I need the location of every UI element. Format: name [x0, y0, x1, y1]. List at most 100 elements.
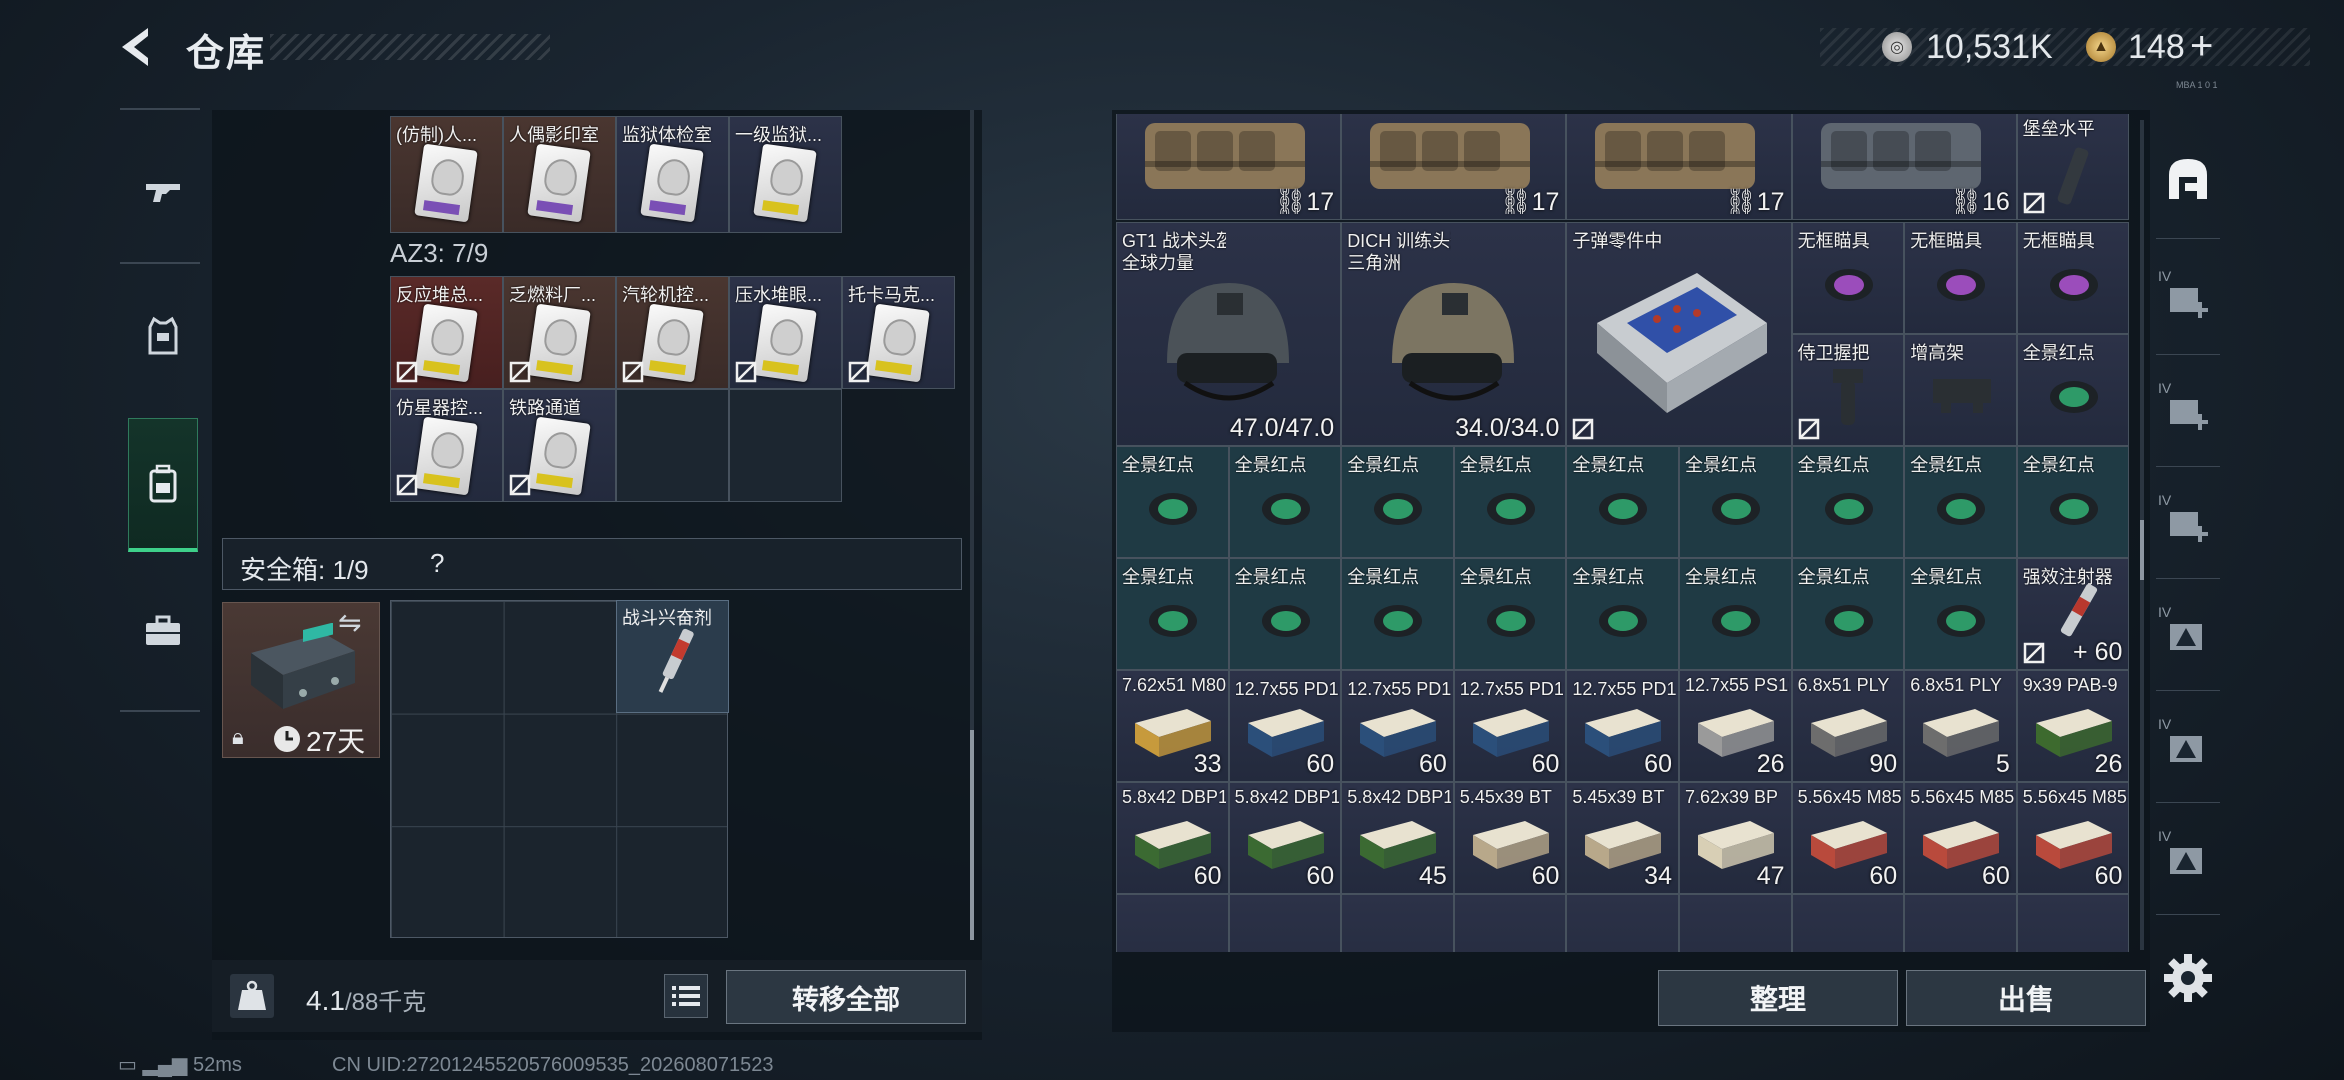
ammo-item[interactable] — [1791, 894, 1905, 952]
ammo-item[interactable]: 5.8x42 DBP10+P 45 — [1341, 782, 1454, 894]
ammo-item[interactable]: 12.7x55 PD12双头 60 — [1453, 670, 1567, 782]
red-dot-item[interactable]: 全景红点 — [1679, 446, 1792, 558]
nav-tier-1[interactable]: IV — [2150, 250, 2226, 350]
item-label: 5.56x45 M855A1 — [1910, 787, 2015, 807]
ammo-item[interactable]: 9x39 PAB-9 26 — [2016, 670, 2130, 782]
keycard-slot[interactable]: 人偶影印室 — [503, 116, 616, 233]
frameless-sight-item[interactable]: 无框瞄具 — [2016, 222, 2130, 334]
list-view-button[interactable] — [664, 974, 708, 1018]
nav-tier-5[interactable]: IV — [2150, 698, 2226, 798]
syringe-item[interactable]: 强效注射器 + 60 — [2016, 558, 2130, 670]
fortress-item[interactable]: 堡垒水平 — [2016, 114, 2130, 220]
keycard-slot[interactable]: 反应堆总... — [390, 276, 503, 389]
nav-weapons[interactable] — [128, 150, 198, 232]
backpack-slot[interactable]: ⛓︎17 — [1116, 114, 1342, 220]
ammo-item[interactable] — [1904, 894, 2017, 952]
keycard-slot[interactable]: 仿星器控... — [390, 389, 503, 502]
ammo-item[interactable] — [1341, 894, 1454, 952]
ammo-item[interactable]: 6.8x51 PLY 90 — [1791, 670, 1905, 782]
frameless-sight-item[interactable]: 无框瞄具 — [1791, 222, 1905, 334]
red-dot-item[interactable]: 全景红点 — [2016, 446, 2130, 558]
secure-case-label: 安全箱: 1/9 — [240, 555, 369, 585]
red-dot-item[interactable]: 全景红点 — [1904, 558, 2017, 670]
nav-fortress[interactable] — [2150, 130, 2226, 230]
item-label: 一级监狱... — [735, 125, 823, 145]
red-dot-item[interactable]: 全景红点 — [1228, 558, 1342, 670]
add-currency-button[interactable]: + — [2190, 24, 2213, 69]
nav-tier-3[interactable]: IV — [2150, 474, 2226, 574]
ammo-item[interactable]: 5.56x45 M855A1 60 — [1904, 782, 2017, 894]
red-dot-item[interactable]: 全景红点 — [1228, 446, 1342, 558]
transfer-all-button[interactable]: 转移全部 — [726, 970, 966, 1024]
red-dot-item[interactable]: 全景红点 — [1566, 446, 1679, 558]
stash-scroll-thumb[interactable] — [970, 730, 974, 940]
keycard-slot[interactable]: (仿制)人... — [390, 116, 503, 233]
sort-button[interactable]: 整理 — [1658, 970, 1898, 1026]
red-dot-item[interactable]: 全景红点 — [2016, 334, 2130, 446]
empty-slot[interactable] — [729, 389, 842, 502]
ammo-item[interactable]: 12.7x55 PS12 26 — [1679, 670, 1792, 782]
ammo-item[interactable] — [1566, 894, 1679, 952]
ammo-item[interactable]: 5.8x42 DBP10+P 60 — [1116, 782, 1229, 894]
red-dot-item[interactable]: 全景红点 — [1116, 558, 1229, 670]
keycard-slot[interactable]: 压水堆眼... — [729, 276, 842, 389]
ammo-item[interactable] — [1228, 894, 1342, 952]
ammo-item[interactable] — [2016, 894, 2130, 952]
red-dot-item[interactable]: 全景红点 — [1566, 558, 1679, 670]
backpack-slot[interactable]: ⛓︎17 — [1566, 114, 1792, 220]
helmet-dich-item[interactable]: DICH 训练头盔三角洲34.0/34.0 — [1341, 222, 1567, 446]
keycard-slot[interactable]: 一级监狱... — [729, 116, 842, 233]
ammo-item[interactable]: 12.7x55 PD12双头 60 — [1228, 670, 1342, 782]
keycard-slot[interactable]: 托卡马克... — [842, 276, 955, 389]
bullet-parts-item[interactable]: 子弹零件中 — [1566, 222, 1792, 446]
frameless-sight-item[interactable]: 无框瞄具 — [1904, 222, 2017, 334]
red-dot-item[interactable]: 全景红点 — [1791, 558, 1905, 670]
sight-icon — [2049, 493, 2098, 525]
keycard-slot[interactable]: 铁路通道 — [503, 389, 616, 502]
nav-tier-4[interactable]: IV — [2150, 586, 2226, 686]
red-dot-item[interactable]: 全景红点 — [1453, 558, 1567, 670]
ammo-item[interactable]: 7.62x51 M80 33 — [1116, 670, 1229, 782]
sell-button[interactable]: 出售 — [1906, 970, 2146, 1026]
ammo-item[interactable]: 5.45x39 BT 60 — [1453, 782, 1567, 894]
ammo-item[interactable] — [1679, 894, 1792, 952]
backpack-slot[interactable]: ⛓︎17 — [1341, 114, 1567, 220]
back-arrow-icon[interactable] — [112, 22, 162, 72]
inventory-scroll-thumb[interactable] — [2140, 520, 2144, 580]
keycard-slot[interactable]: 汽轮机控... — [616, 276, 729, 389]
red-dot-item[interactable]: 全景红点 — [1791, 446, 1905, 558]
ammo-item[interactable]: 6.8x51 PLY 5 — [1904, 670, 2017, 782]
ammo-item[interactable] — [1453, 894, 1567, 952]
ammo-item[interactable]: 5.45x39 BT 34 — [1566, 782, 1679, 894]
ammo-item[interactable]: 5.8x42 DBP10+P 60 — [1228, 782, 1342, 894]
riser-item[interactable]: 增高架 — [1904, 334, 2017, 446]
backpack-slot[interactable]: ⛓︎16 — [1791, 114, 2017, 220]
empty-slot[interactable] — [616, 389, 729, 502]
ammo-item[interactable]: 12.7x55 PD12双头 60 — [1566, 670, 1679, 782]
red-dot-item[interactable]: 全景红点 — [1116, 446, 1229, 558]
ammo-item[interactable]: 12.7x55 PD12双头 60 — [1341, 670, 1454, 782]
ammo-item[interactable]: 7.62x39 BP 47 — [1679, 782, 1792, 894]
red-dot-item[interactable]: 全景红点 — [1679, 558, 1792, 670]
nav-backpack[interactable] — [128, 418, 198, 552]
swap-icon[interactable]: ⇋ — [338, 606, 361, 639]
red-dot-item[interactable]: 全景红点 — [1341, 558, 1454, 670]
red-dot-item[interactable]: 全景红点 — [1341, 446, 1454, 558]
nav-case[interactable] — [128, 590, 198, 672]
ammo-item[interactable]: 5.56x45 M855A1 60 — [1791, 782, 1905, 894]
nav-tier-6[interactable]: IV — [2150, 810, 2226, 910]
help-icon[interactable]: ? — [430, 548, 444, 579]
item-label: 铁路通道 — [509, 398, 581, 418]
ammo-item[interactable] — [1116, 894, 1229, 952]
ammo-item[interactable]: 5.56x45 M855A1 60 — [2016, 782, 2130, 894]
nav-tier-2[interactable]: IV — [2150, 362, 2226, 462]
weight-icon[interactable] — [228, 972, 276, 1020]
guard-grip-item[interactable]: 侍卫握把 — [1791, 334, 1905, 446]
nav-armor[interactable] — [128, 295, 198, 377]
red-dot-item[interactable]: 全景红点 — [1453, 446, 1567, 558]
settings-gear-icon[interactable] — [2160, 950, 2216, 1006]
keycard-slot[interactable]: 乏燃料厂... — [503, 276, 616, 389]
red-dot-item[interactable]: 全景红点 — [1904, 446, 2017, 558]
helmet-gt1-item[interactable]: GT1 战术头盔 全球力量 47.0/47.0 — [1116, 222, 1342, 446]
keycard-slot[interactable]: 监狱体检室 — [616, 116, 729, 233]
